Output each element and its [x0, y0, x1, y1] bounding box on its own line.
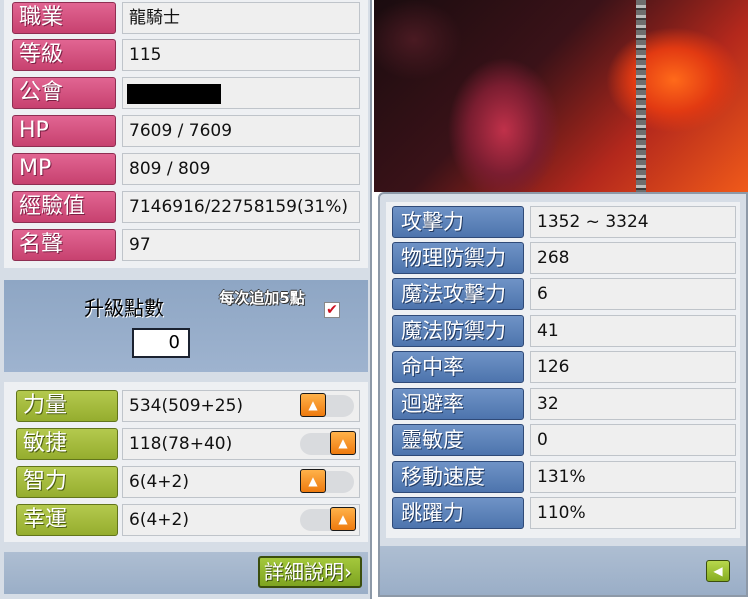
character-stats-window: 職業 龍騎士 等級 115 公會 HP 7609 / 7609 MP 809 /… [0, 0, 372, 599]
character-info-section: 職業 龍騎士 等級 115 公會 HP 7609 / 7609 MP 809 /… [4, 0, 368, 268]
back-button[interactable]: ◀ [706, 560, 730, 582]
ability-points-section: 升級點數 0 每次追加5點 ✔ [4, 280, 368, 372]
left-footer-bar: 詳細說明› [4, 552, 368, 594]
detailed-stats-section: 攻擊力 1352 ~ 3324 物理防禦力 268 魔法攻擊力 6 魔法防禦力 … [386, 202, 740, 538]
jump-label: 跳躍力 [392, 497, 524, 529]
str-up-button[interactable]: ▲ [300, 393, 326, 417]
back-arrow-icon: ◀ [713, 564, 723, 578]
details-button[interactable]: 詳細說明› [258, 556, 362, 588]
str-label: 力量 [16, 390, 118, 422]
accuracy-label: 命中率 [392, 351, 524, 383]
weapon-defense-label: 物理防禦力 [392, 242, 524, 274]
accuracy-value: 126 [530, 351, 736, 383]
right-footer-bar: ◀ [380, 546, 746, 595]
game-background-scene [374, 0, 748, 192]
magic-attack-label: 魔法攻擊力 [392, 278, 524, 310]
level-label: 等級 [12, 39, 116, 71]
guild-name-redaction [127, 84, 221, 104]
auto-assign-label: 每次追加5點 [219, 289, 305, 307]
up-arrow-icon: ▲ [308, 474, 318, 488]
dex-up-button[interactable]: ▲ [330, 431, 356, 455]
detailed-stats-window: 攻擊力 1352 ~ 3324 物理防禦力 268 魔法攻擊力 6 魔法防禦力 … [378, 192, 748, 597]
hands-label: 靈敏度 [392, 424, 524, 456]
hands-value: 0 [530, 424, 736, 456]
jump-value: 110% [530, 497, 736, 529]
level-value: 115 [122, 39, 360, 71]
magic-defense-label: 魔法防禦力 [392, 315, 524, 347]
exp-value: 7146916/22758159(31%) [122, 191, 360, 223]
hanging-chain [636, 0, 646, 192]
dex-label: 敏捷 [16, 428, 118, 460]
speed-label: 移動速度 [392, 461, 524, 493]
avoidability-label: 迴避率 [392, 388, 524, 420]
avoidability-value: 32 [530, 388, 736, 420]
chevron-right-icon: › [344, 560, 352, 584]
fame-label: 名聲 [12, 229, 116, 261]
up-arrow-icon: ▲ [308, 398, 318, 412]
details-button-label: 詳細說明 [264, 560, 344, 584]
hp-label: HP [12, 115, 116, 147]
weapon-defense-value: 268 [530, 242, 736, 274]
up-arrow-icon: ▲ [338, 512, 348, 526]
job-value: 龍騎士 [122, 2, 360, 34]
exp-label: 經驗值 [12, 191, 116, 223]
magic-attack-value: 6 [530, 278, 736, 310]
guild-value [122, 77, 360, 109]
attack-label: 攻擊力 [392, 206, 524, 238]
magic-defense-value: 41 [530, 315, 736, 347]
guild-label: 公會 [12, 77, 116, 109]
mp-label: MP [12, 153, 116, 185]
mp-value: 809 / 809 [122, 153, 360, 185]
speed-value: 131% [530, 461, 736, 493]
auto-assign-checkbox[interactable]: ✔ [324, 302, 340, 318]
hp-value: 7609 / 7609 [122, 115, 360, 147]
int-label: 智力 [16, 466, 118, 498]
fame-value: 97 [122, 229, 360, 261]
base-stats-section: 力量 534(509+25) ▲ 敏捷 118(78+40) ▲ 智力 6(4+… [4, 382, 368, 542]
ability-points-label: 升級點數 [84, 296, 164, 320]
int-up-button[interactable]: ▲ [300, 469, 326, 493]
ability-points-value: 0 [132, 328, 190, 358]
luk-label: 幸運 [16, 504, 118, 536]
luk-up-button[interactable]: ▲ [330, 507, 356, 531]
up-arrow-icon: ▲ [338, 436, 348, 450]
job-label: 職業 [12, 2, 116, 34]
attack-value: 1352 ~ 3324 [530, 206, 736, 238]
checkmark-icon: ✔ [326, 302, 338, 318]
